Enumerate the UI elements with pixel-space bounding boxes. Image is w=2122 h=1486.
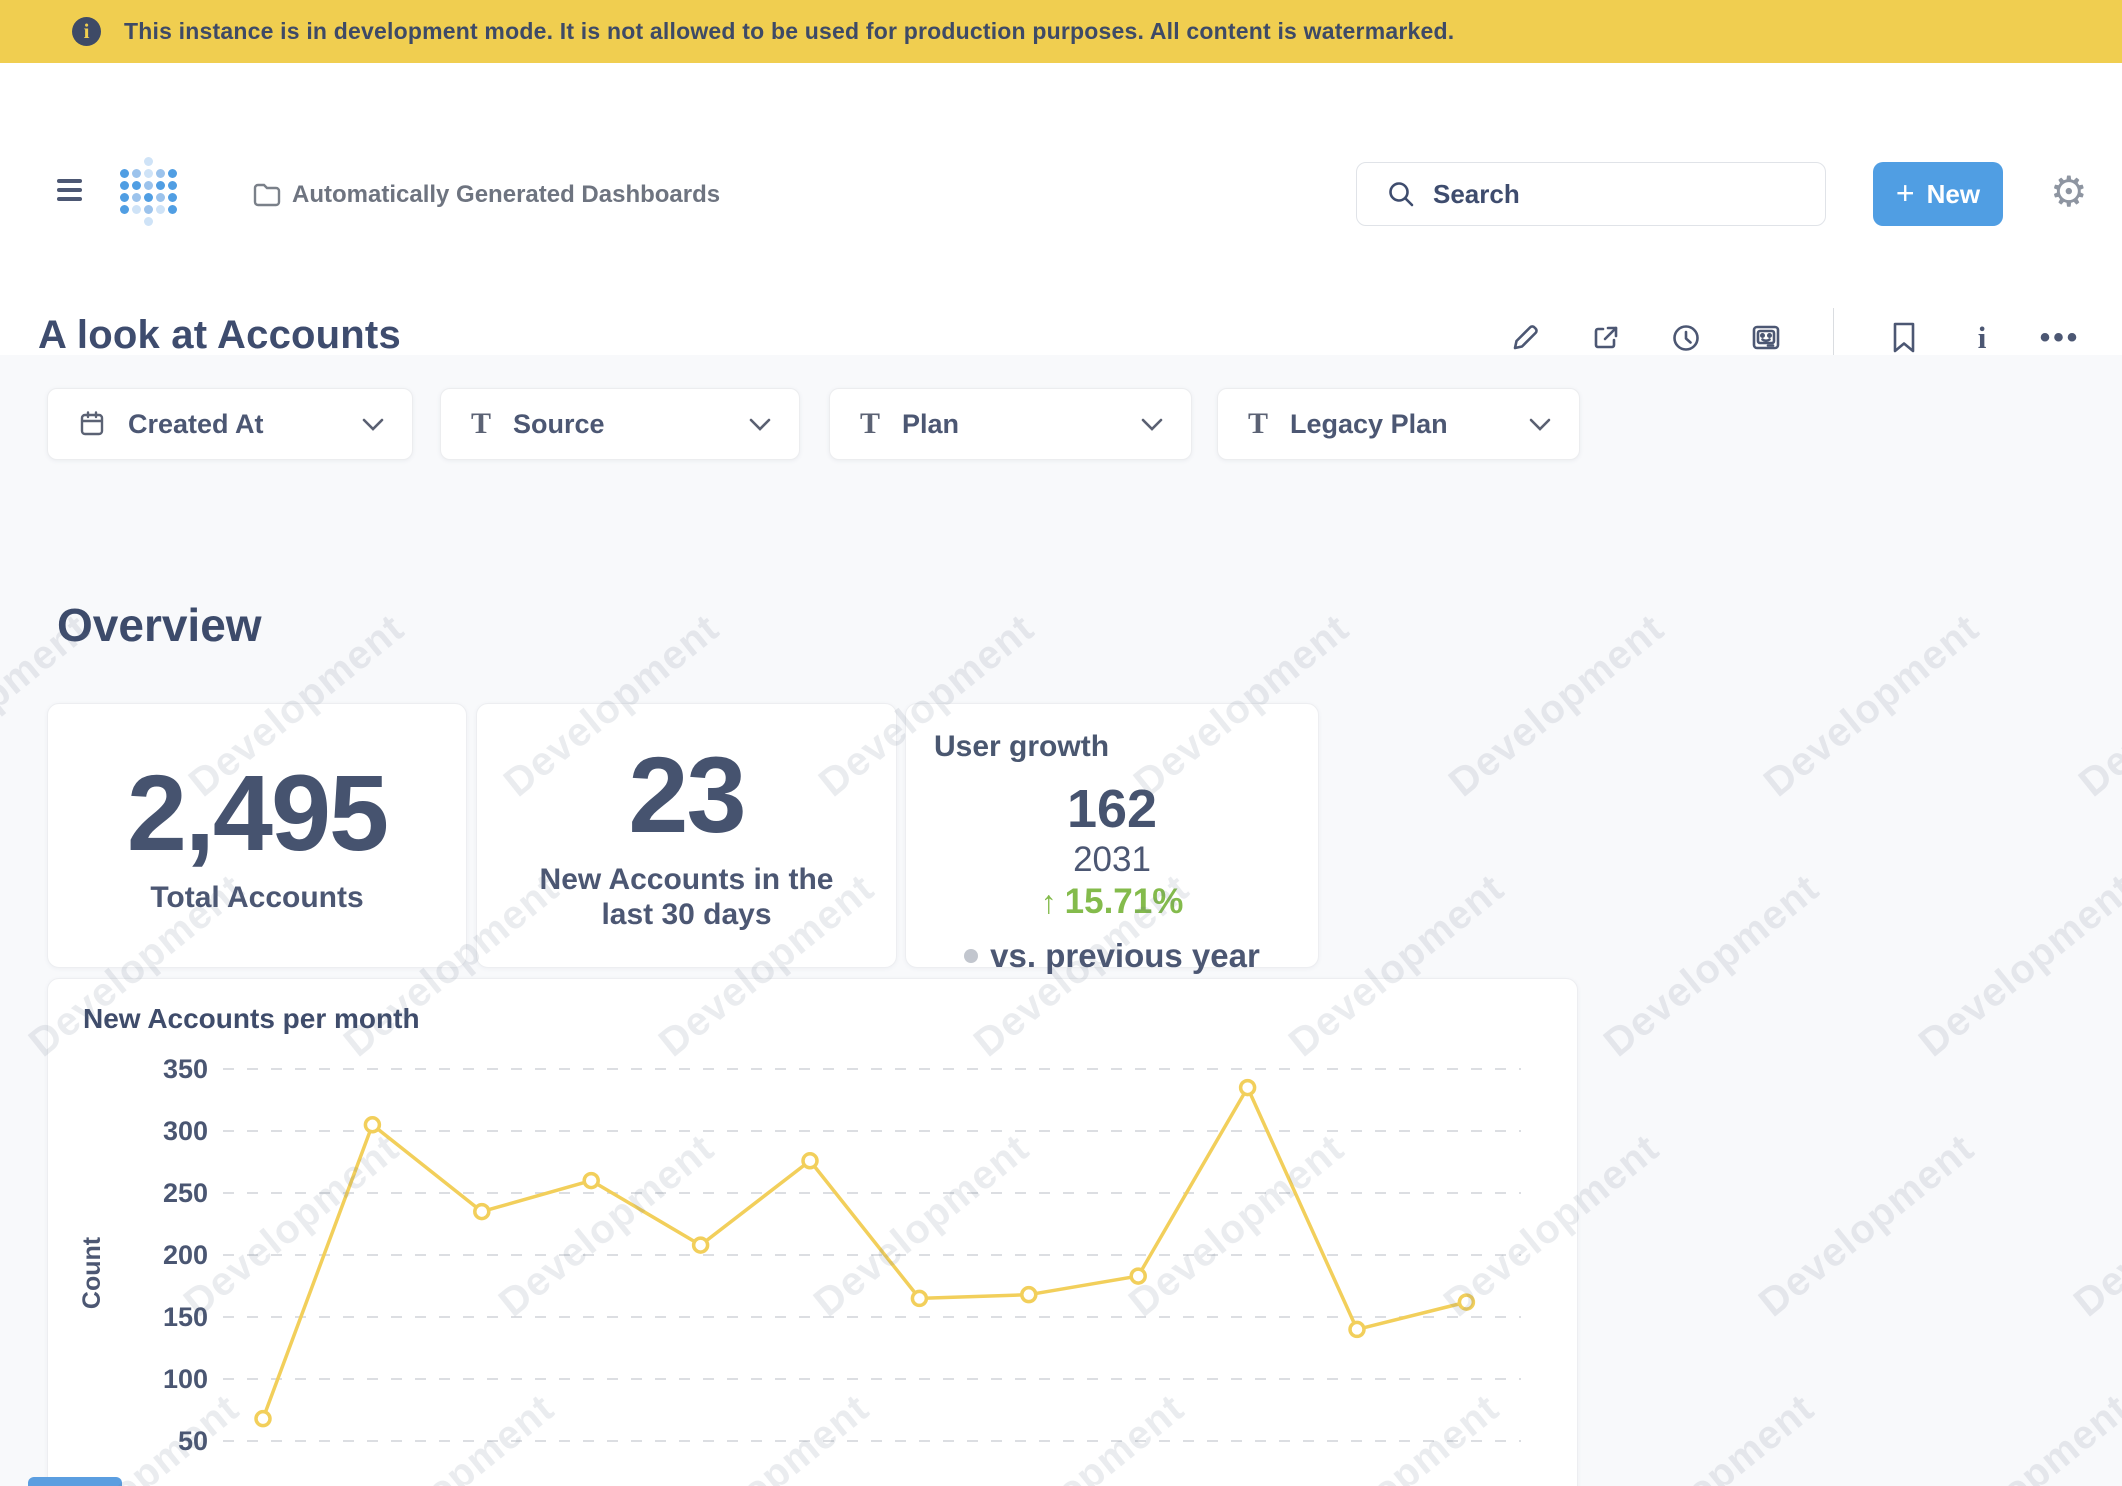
- breadcrumb[interactable]: Automatically Generated Dashboards: [292, 181, 720, 209]
- bottom-cutoff-button[interactable]: [28, 1477, 122, 1486]
- arrow-up-icon: ↑: [1041, 883, 1057, 921]
- line-chart-svg[interactable]: 350 300 250 200 150 100 50 Count: [48, 979, 1579, 1486]
- svg-text:100: 100: [163, 1364, 208, 1394]
- filter-plan[interactable]: T Plan: [829, 388, 1192, 460]
- bookmark-icon[interactable]: [1884, 318, 1924, 358]
- info-icon-button[interactable]: i: [1962, 318, 2002, 358]
- search-input[interactable]: Search: [1356, 162, 1826, 226]
- card-new-accounts[interactable]: 23 New Accounts in the last 30 days: [476, 703, 897, 968]
- app-window: i This instance is in development mode. …: [0, 0, 2122, 1486]
- svg-text:200: 200: [163, 1240, 208, 1270]
- dashboard-content: Created At T Source T Plan T Legacy Plan…: [0, 355, 2122, 1486]
- chevron-down-icon: [1141, 418, 1163, 431]
- metabot-icon[interactable]: [1746, 318, 1786, 358]
- app-header: Automatically Generated Dashboards Searc…: [0, 63, 2122, 355]
- total-accounts-label: Total Accounts: [150, 880, 363, 915]
- comparison-dot-icon: [964, 949, 978, 963]
- filter-legacy-plan[interactable]: T Legacy Plan: [1217, 388, 1580, 460]
- dev-mode-banner-text: This instance is in development mode. It…: [124, 0, 1454, 63]
- filter-source[interactable]: T Source: [440, 388, 800, 460]
- svg-text:150: 150: [163, 1302, 208, 1332]
- filter-created-at[interactable]: Created At: [47, 388, 413, 460]
- share-export-icon[interactable]: [1586, 318, 1626, 358]
- text-filter-icon: T: [1248, 407, 1268, 441]
- text-filter-icon: T: [471, 407, 491, 441]
- search-icon: [1387, 180, 1415, 208]
- card-total-accounts[interactable]: 2,495 Total Accounts: [47, 703, 467, 968]
- section-heading: Overview: [57, 598, 262, 652]
- chevron-down-icon: [749, 418, 771, 431]
- user-growth-percent: 15.71%: [1065, 881, 1184, 923]
- total-accounts-value: 2,495: [127, 756, 387, 869]
- chevron-down-icon: [362, 418, 384, 431]
- svg-text:Count: Count: [78, 1236, 106, 1309]
- user-growth-value: 162: [1067, 780, 1157, 839]
- new-button[interactable]: + New: [1873, 162, 2003, 226]
- metabase-logo[interactable]: [118, 155, 178, 227]
- new-accounts-value: 23: [628, 738, 744, 851]
- calendar-icon: [78, 410, 106, 438]
- dashboard-actions: i •••: [0, 318, 2122, 358]
- more-options-icon[interactable]: •••: [2040, 318, 2080, 358]
- card-new-accounts-per-month[interactable]: New Accounts per month 35030025020015010…: [47, 978, 1578, 1486]
- dev-mode-banner: i This instance is in development mode. …: [0, 0, 2122, 63]
- new-accounts-label: New Accounts in the last 30 days: [517, 862, 857, 933]
- user-growth-title: User growth: [934, 730, 1109, 764]
- card-user-growth[interactable]: User growth 162 2031 ↑ 15.71% vs. previo…: [905, 703, 1319, 968]
- text-filter-icon: T: [860, 407, 880, 441]
- folder-icon: [253, 183, 281, 207]
- sidebar-toggle-icon[interactable]: [57, 179, 82, 201]
- clock-history-icon[interactable]: [1666, 318, 1706, 358]
- svg-text:250: 250: [163, 1178, 208, 1208]
- edit-pencil-icon[interactable]: [1505, 318, 1545, 358]
- user-growth-secondary: 2031: [1073, 839, 1151, 881]
- svg-text:300: 300: [163, 1116, 208, 1146]
- user-growth-comparison: vs. previous year: [990, 937, 1260, 975]
- svg-text:350: 350: [163, 1054, 208, 1084]
- info-icon: i: [72, 17, 101, 46]
- settings-gear-icon[interactable]: ⚙: [2050, 171, 2088, 213]
- chevron-down-icon: [1529, 418, 1551, 431]
- svg-text:50: 50: [178, 1426, 208, 1456]
- plus-icon: +: [1896, 177, 1915, 209]
- search-placeholder: Search: [1433, 179, 1520, 210]
